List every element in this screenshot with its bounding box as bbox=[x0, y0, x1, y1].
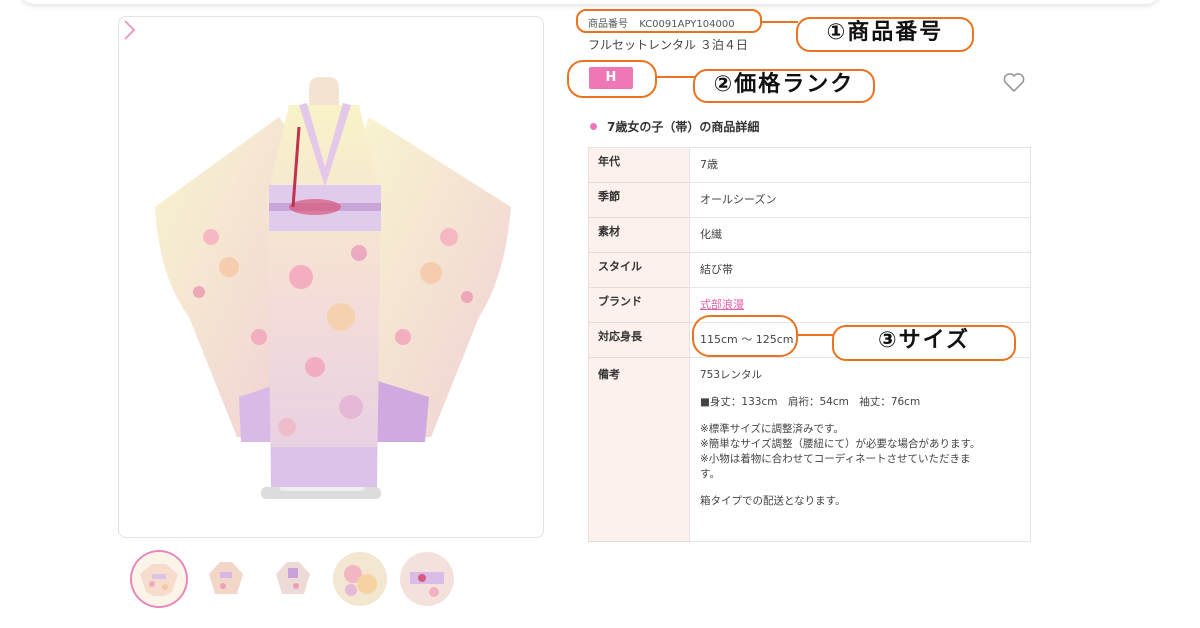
thumbnail-2[interactable] bbox=[199, 552, 253, 606]
thumbnail-5[interactable] bbox=[400, 552, 454, 606]
row-label: スタイル bbox=[588, 252, 690, 288]
annotation-callout-price-rank: ②価格ランク bbox=[693, 69, 875, 103]
remarks-line: 753レンタル bbox=[700, 369, 763, 381]
annotation-ring-size bbox=[692, 315, 798, 357]
annotation-ring-price-rank bbox=[567, 60, 657, 98]
table-row: スタイル 結び帯 bbox=[588, 252, 1031, 288]
annotation-connector bbox=[798, 334, 834, 336]
table-row: ブランド 式部浪漫 bbox=[588, 287, 1031, 323]
main-product-image bbox=[118, 16, 544, 538]
table-row: 季節 オールシーズン bbox=[588, 182, 1031, 218]
thumbnail-strip bbox=[132, 552, 454, 606]
remarks-line: ※簡単なサイズ調整（腰紐にて）が必要な場合があります。 bbox=[700, 438, 981, 450]
brand-link[interactable]: 式部浪漫 bbox=[700, 298, 744, 311]
section-title: 7歳女の子（帯）の商品詳細 bbox=[590, 118, 759, 135]
thumbnail-1[interactable] bbox=[132, 552, 186, 606]
annotation-connector bbox=[657, 76, 697, 78]
annotation-connector bbox=[762, 21, 798, 23]
remarks-line: 箱タイプでの配送となります。 bbox=[700, 495, 846, 507]
row-value: オールシーズン bbox=[689, 182, 1031, 218]
bullet-dot-icon bbox=[590, 123, 597, 130]
thumbnail-4[interactable] bbox=[333, 552, 387, 606]
row-label: 備考 bbox=[588, 357, 690, 542]
remarks-line: ■身丈：133cm 肩裄：54cm 袖丈：76cm bbox=[700, 396, 921, 408]
remarks-line: ※小物は着物に合わせてコーディネートさせていただきま bbox=[700, 453, 971, 465]
row-value: 結び帯 bbox=[689, 252, 1031, 288]
row-label: ブランド bbox=[588, 287, 690, 323]
kimono-illustration bbox=[155, 77, 511, 499]
heart-icon[interactable] bbox=[1002, 71, 1026, 93]
remarks-line: ※標準サイズに調整済みです。 bbox=[700, 423, 844, 435]
remarks-value: 753レンタル ■身丈：133cm 肩裄：54cm 袖丈：76cm ※標準サイズ… bbox=[689, 357, 1031, 542]
product-title: フルセットレンタル ３泊４日 bbox=[588, 38, 748, 52]
thumbnail-3[interactable] bbox=[266, 552, 320, 606]
row-label: 季節 bbox=[588, 182, 690, 218]
section-title-text: 7歳女の子（帯）の商品詳細 bbox=[607, 120, 760, 134]
row-label: 対応身長 bbox=[588, 322, 690, 358]
chevron-right-icon[interactable] bbox=[119, 17, 141, 43]
row-value: 7歳 bbox=[689, 147, 1031, 183]
annotation-callout-product-number: ①商品番号 bbox=[796, 17, 974, 52]
remarks-line: す。 bbox=[700, 468, 720, 480]
row-label: 年代 bbox=[588, 147, 690, 183]
table-row-remarks: 備考 753レンタル ■身丈：133cm 肩裄：54cm 袖丈：76cm ※標準… bbox=[588, 357, 1031, 542]
row-value: 化繊 bbox=[689, 217, 1031, 253]
annotation-ring-product-number bbox=[576, 9, 762, 33]
top-card-edge bbox=[20, 0, 1160, 4]
annotation-callout-size: ③サイズ bbox=[832, 325, 1016, 361]
row-label: 素材 bbox=[588, 217, 690, 253]
table-row: 年代 7歳 bbox=[588, 147, 1031, 183]
table-row: 素材 化繊 bbox=[588, 217, 1031, 253]
